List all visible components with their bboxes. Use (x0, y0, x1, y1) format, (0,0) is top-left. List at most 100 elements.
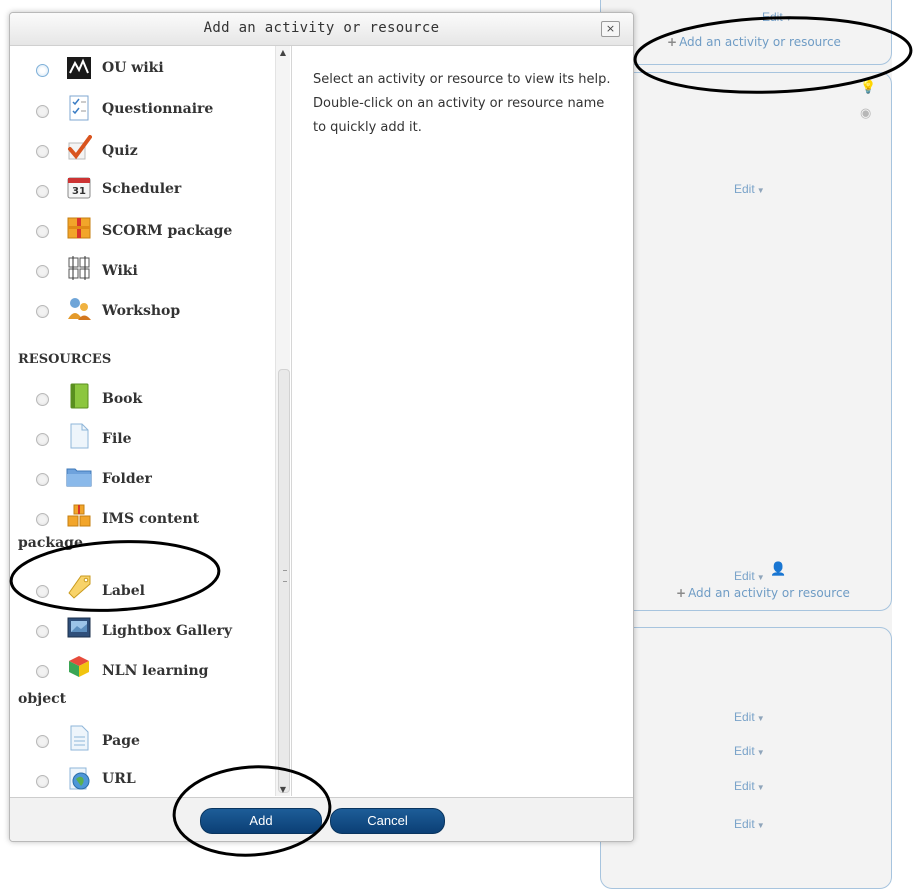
add-button[interactable]: Add (200, 808, 322, 834)
edit-menu[interactable]: Edit ▼ (734, 710, 765, 724)
list-item-label[interactable]: Label (10, 573, 275, 603)
edit-menu[interactable]: Edit ▼ (734, 817, 765, 831)
list-scrollbar[interactable]: ▲ ▼ (275, 46, 290, 796)
list-item-ou-wiki[interactable]: OU wiki (10, 54, 275, 84)
module-label: Wiki (102, 263, 138, 279)
radio-button[interactable] (36, 393, 49, 406)
lightbulb-icon[interactable]: 💡 (860, 80, 876, 95)
caret-down-icon: ▼ (756, 573, 765, 582)
caret-down-icon: ▼ (756, 821, 765, 830)
add-activity-label: Add an activity or resource (679, 35, 841, 49)
list-item-nln-learning[interactable]: NLN learning object (10, 655, 275, 707)
radio-button[interactable] (36, 225, 49, 238)
caret-down-icon: ▼ (784, 14, 793, 23)
url-icon (69, 767, 90, 790)
add-activity-dialog: Add an activity or resource × OU wiki Qu… (9, 12, 634, 842)
module-label: Label (102, 583, 145, 599)
radio-button[interactable] (36, 625, 49, 638)
add-activity-label: Add an activity or resource (688, 586, 850, 600)
radio-button[interactable] (36, 433, 49, 446)
module-label-wrap: package (18, 535, 83, 551)
grip-icon (283, 570, 287, 582)
course-section-1 (600, 0, 892, 65)
radio-button[interactable] (36, 265, 49, 278)
radio-button[interactable] (36, 585, 49, 598)
close-button[interactable]: × (601, 21, 620, 37)
label-icon (68, 575, 91, 599)
questionnaire-icon (69, 95, 89, 121)
scorm-icon (67, 217, 91, 239)
course-section-3 (600, 627, 892, 889)
module-label: Page (102, 733, 140, 749)
add-activity-link[interactable]: + Add an activity or resource (667, 35, 841, 49)
radio-button[interactable] (36, 473, 49, 486)
book-icon (70, 383, 89, 409)
caret-down-icon: ▼ (756, 748, 765, 757)
list-item-workshop[interactable]: Workshop (10, 295, 275, 325)
help-pane: Select an activity or resource to view i… (291, 46, 633, 796)
file-icon (70, 423, 89, 449)
user-icon[interactable]: 👤 (770, 562, 786, 577)
dialog-header: Add an activity or resource × (10, 13, 633, 46)
module-label: SCORM package (102, 223, 233, 239)
edit-menu[interactable]: Edit ▼ (734, 744, 765, 758)
module-label: OU wiki (102, 60, 164, 76)
edit-menu[interactable]: Edit ▼ (734, 569, 765, 583)
radio-button[interactable] (36, 513, 49, 526)
add-activity-link[interactable]: + Add an activity or resource (676, 586, 850, 600)
radio-button[interactable] (36, 105, 49, 118)
edit-menu[interactable]: Edit ▼ (762, 10, 793, 24)
ims-content-icon (67, 504, 91, 527)
edit-menu[interactable]: Edit ▼ (734, 779, 765, 793)
edit-label: Edit (734, 569, 755, 583)
list-item-book[interactable]: Book (10, 383, 275, 413)
radio-button[interactable] (36, 775, 49, 788)
radio-button[interactable] (36, 665, 49, 678)
list-item-scheduler[interactable]: 31 Scheduler (10, 175, 275, 205)
module-label: Questionnaire (102, 101, 214, 117)
scrollbar-thumb[interactable] (278, 369, 290, 793)
radio-button[interactable] (36, 145, 49, 158)
radio-button[interactable] (36, 185, 49, 198)
module-label: Lightbox Gallery (102, 623, 233, 639)
module-label: Folder (102, 471, 152, 487)
module-label: Workshop (102, 303, 181, 319)
nln-learning-icon (69, 656, 89, 677)
list-item-ims-content[interactable]: IMS content package (10, 503, 275, 553)
list-item-scorm-package[interactable]: SCORM package (10, 215, 275, 245)
quiz-icon (68, 135, 92, 160)
list-item-url[interactable]: URL (10, 765, 275, 795)
edit-label: Edit (734, 182, 755, 196)
edit-label: Edit (734, 744, 755, 758)
module-label: Scheduler (102, 181, 182, 197)
list-item-file[interactable]: File (10, 423, 275, 453)
cancel-button[interactable]: Cancel (330, 808, 445, 834)
radio-button[interactable] (36, 64, 49, 77)
caret-down-icon: ▼ (756, 714, 765, 723)
list-item-folder[interactable]: Folder (10, 463, 275, 493)
dialog-footer: Add Cancel (10, 797, 633, 841)
scroll-up-arrow-icon[interactable]: ▲ (276, 48, 290, 57)
course-section-2 (600, 72, 892, 611)
dialog-title: Add an activity or resource (203, 20, 440, 36)
list-item-lightbox-gallery[interactable]: Lightbox Gallery (10, 615, 275, 645)
edit-label: Edit (734, 817, 755, 831)
edit-menu[interactable]: Edit ▼ (734, 182, 765, 196)
edit-label: Edit (734, 710, 755, 724)
scroll-down-arrow-icon[interactable]: ▼ (276, 785, 290, 794)
edit-label: Edit (734, 779, 755, 793)
module-list: OU wiki Questionnaire Quiz 31 Scheduler … (10, 46, 275, 796)
workshop-icon (68, 298, 91, 320)
list-item-page[interactable]: Page (10, 725, 275, 755)
plus-icon: + (676, 586, 687, 600)
radio-button[interactable] (36, 735, 49, 748)
radio-button[interactable] (36, 305, 49, 318)
list-item-quiz[interactable]: Quiz (10, 135, 275, 165)
list-item-questionnaire[interactable]: Questionnaire (10, 95, 275, 125)
scheduler-icon: 31 (67, 177, 91, 199)
scheduler-icon-text: 31 (72, 186, 86, 197)
list-item-wiki[interactable]: Wiki (10, 255, 275, 285)
page-icon (70, 725, 89, 751)
eye-icon[interactable]: ◉ (860, 106, 871, 121)
folder-icon (66, 468, 92, 487)
